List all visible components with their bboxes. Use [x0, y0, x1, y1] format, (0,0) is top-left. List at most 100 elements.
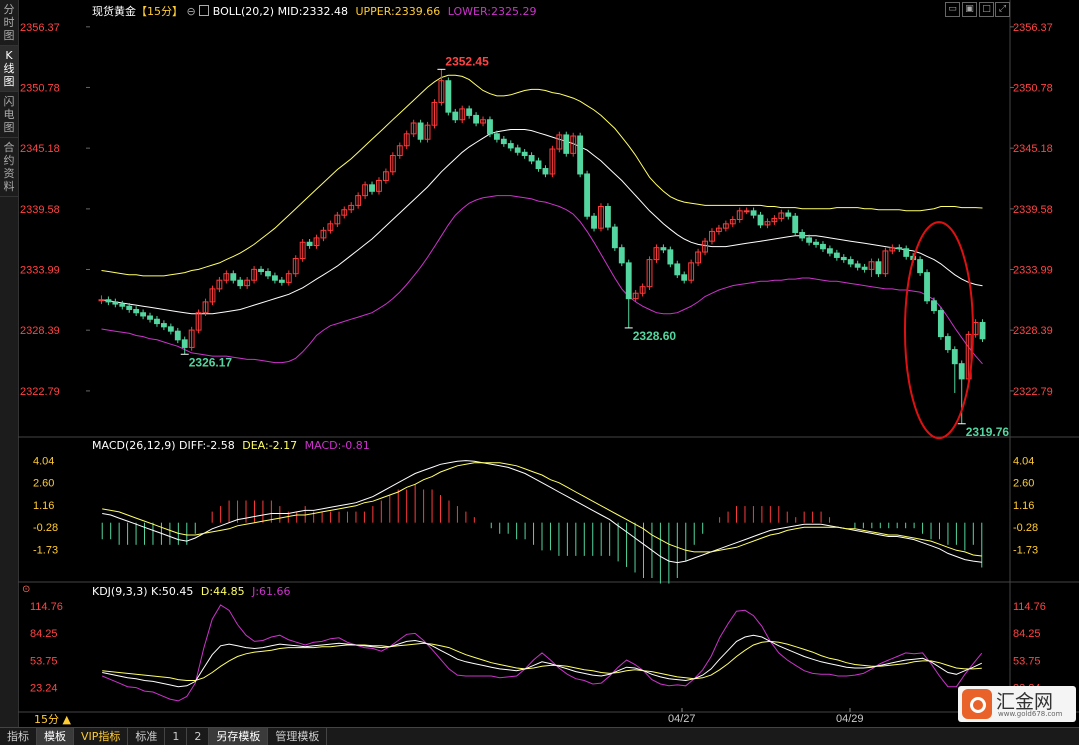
candle-down	[181, 339, 188, 348]
kdj-settings-icon[interactable]: ⊙	[22, 584, 30, 595]
candle-down	[369, 184, 375, 192]
candle-down	[833, 252, 840, 258]
candle-down	[271, 275, 278, 281]
candle-down	[820, 243, 826, 250]
kdj-d-line	[102, 640, 982, 681]
macd-axis-right-label: 1.16	[1013, 500, 1034, 512]
candle-down	[896, 247, 903, 250]
candle-down	[147, 315, 153, 320]
macd-axis-right-label: 2.60	[1013, 478, 1034, 490]
price-axis-left-label: 2345.18	[20, 143, 60, 155]
candle-down	[535, 160, 542, 170]
candle-down	[625, 262, 632, 300]
candle-down	[792, 215, 799, 234]
kdj-j-line	[102, 604, 983, 702]
extreme-label: 2352.45	[445, 54, 489, 68]
date-label: 04/27	[668, 713, 696, 725]
boll-mid: MID:2332.48	[277, 5, 348, 18]
price-axis-right-label: 2345.18	[1013, 143, 1053, 155]
candle-up	[743, 210, 750, 213]
candle-down	[951, 349, 958, 365]
price-axis-right-label: 2328.39	[1013, 325, 1053, 337]
candle-down	[154, 318, 160, 325]
candle-down	[785, 212, 792, 217]
macd-axis-left-label: 2.60	[33, 478, 54, 490]
candle-down	[903, 248, 910, 257]
expand-icon[interactable]: ⤢	[995, 2, 1010, 17]
kdj-label: KDJ(9,3,3)	[92, 585, 148, 598]
candle-down	[861, 266, 868, 270]
boll-label: BOLL(20,2)	[212, 5, 275, 18]
candle-down	[306, 241, 313, 247]
candle-down	[931, 300, 937, 312]
extreme-label: 2326.17	[189, 355, 233, 369]
period-label: 【15分】	[136, 5, 183, 18]
candle-down	[826, 248, 833, 254]
candle-down	[847, 259, 854, 265]
date-label: 04/29	[836, 713, 864, 725]
price-axis-right-label: 2333.99	[1013, 264, 1053, 276]
restore-icon[interactable]: ▣	[962, 2, 977, 17]
candle-down	[140, 312, 147, 317]
candle-down	[611, 226, 618, 249]
tab-standard[interactable]: 标准	[128, 728, 166, 745]
candle-down	[473, 114, 480, 124]
candle-down	[521, 151, 528, 157]
symbol-name: 现货黄金	[92, 5, 136, 18]
candle-down	[674, 263, 681, 276]
chart-canvas[interactable]: 2356.37 2356.37 2350.78 2350.78 2345.18 2345.…	[0, 0, 1079, 727]
kdj-axis-left-label: 84.25	[30, 628, 58, 640]
macd-axis-right-label: -0.28	[1013, 522, 1038, 534]
candle-down	[799, 232, 806, 239]
period-selector[interactable]: 15分 ▲	[34, 711, 71, 727]
price-axis-left-label: 2350.78	[20, 82, 60, 94]
kdj-axis-right-label: 114.76	[1013, 601, 1046, 613]
candle-down	[230, 273, 237, 281]
settings-icon[interactable]: ⊖	[187, 5, 196, 18]
macd-diff: DIFF:-2.58	[179, 439, 235, 452]
minimize-icon[interactable]: ▭	[945, 2, 960, 17]
candle-down	[119, 303, 126, 307]
tab-indicator[interactable]: 指标	[0, 728, 37, 745]
macd-axis-left-label: -0.28	[33, 522, 58, 534]
tab-template[interactable]: 模板	[37, 728, 74, 745]
macd-axis-right-label: 4.04	[1013, 456, 1034, 468]
candle-down	[500, 138, 507, 145]
tab-save-template[interactable]: 另存模板	[209, 728, 269, 745]
candle-down	[174, 330, 181, 341]
candle-down	[493, 133, 500, 140]
logo: 汇金网 www.gold678.com	[958, 686, 1076, 722]
price-axis-left-label: 2339.58	[20, 204, 60, 216]
indicator-icon[interactable]	[199, 5, 210, 16]
tab-vip-indicator[interactable]: VIP指标	[74, 728, 129, 745]
candle-down	[681, 274, 688, 281]
kdj-k-line	[102, 634, 983, 688]
bottom-tabs: 指标 模板 VIP指标 标准 1 2 另存模板 管理模板	[0, 727, 1079, 745]
candle-down	[875, 261, 882, 275]
candle-down	[944, 336, 951, 351]
maximize-icon[interactable]: □	[979, 2, 994, 17]
price-axis-right-label: 2339.58	[1013, 204, 1053, 216]
kdj-k: K:50.45	[151, 585, 194, 598]
kdj-axis-right-label: 53.75	[1013, 655, 1041, 667]
macd-axis-left-label: -1.73	[33, 544, 58, 556]
macd-axis-left-label: 1.16	[33, 500, 54, 512]
candle-down	[757, 214, 764, 226]
candle-down	[854, 263, 861, 268]
candle-down	[917, 259, 924, 274]
candle-down	[937, 310, 944, 338]
candle-down	[584, 173, 591, 217]
tab-1[interactable]: 1	[165, 728, 188, 745]
candle-down	[445, 80, 452, 113]
macd-axis-left-label: 4.04	[33, 456, 54, 468]
logo-url: www.gold678.com	[998, 710, 1063, 718]
tab-manage-template[interactable]: 管理模板	[268, 728, 328, 745]
candle-down	[112, 301, 119, 305]
tab-2[interactable]: 2	[187, 728, 210, 745]
macd-dea: DEA:-2.17	[242, 439, 298, 452]
candle-down	[604, 205, 611, 228]
candle-down	[452, 111, 459, 121]
price-axis-right-label: 2356.37	[1013, 22, 1053, 34]
candle-down	[813, 241, 819, 245]
candle-down	[265, 271, 271, 277]
